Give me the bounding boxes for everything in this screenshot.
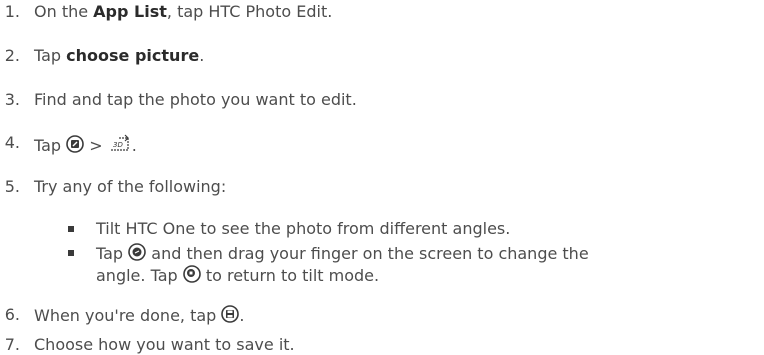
- bullet-text-part: and then drag your finger on the screen …: [146, 244, 589, 263]
- step-text-part: .: [131, 136, 137, 155]
- step-text: Tap choose picture.: [34, 46, 204, 66]
- bullet-item-1: Tilt HTC One to see the photo from diffe…: [96, 219, 511, 238]
- svg-text:3D: 3D: [113, 141, 123, 149]
- step-text: Find and tap the photo you want to edit.: [34, 90, 357, 109]
- step-text: Choose how you want to save it.: [34, 335, 295, 354]
- bullet-text-part: Tap: [96, 244, 129, 263]
- step-text-part: .: [199, 46, 205, 65]
- app-list-label: App List: [93, 2, 167, 21]
- bullet-item-2-line2: angle. Tap to return to tilt mode.: [96, 265, 379, 288]
- step-number: 2.: [4, 46, 20, 65]
- tilt-mode-icon: [182, 265, 201, 288]
- choose-picture-label: choose picture: [66, 46, 200, 65]
- step-text: When you're done, tap .: [34, 305, 245, 328]
- 3d-effect-icon: 3D: [108, 133, 132, 158]
- bullet-item-2: Tap and then drag your finger on the scr…: [96, 243, 589, 266]
- bullet-text-part: angle. Tap: [96, 266, 183, 285]
- step-number: 3.: [4, 90, 20, 109]
- step-number: 6.: [4, 305, 20, 324]
- step-number: 4.: [4, 133, 20, 152]
- step-text-part: .: [239, 306, 245, 325]
- edit-icon: [66, 135, 84, 158]
- step-number: 5.: [4, 177, 20, 196]
- step-text-part: On the: [34, 2, 94, 21]
- step-text-part: >: [84, 136, 108, 155]
- drag-mode-icon: [128, 243, 146, 266]
- step-number: 1.: [4, 2, 20, 21]
- bullet-marker: [68, 226, 74, 232]
- step-text: On the App List, tap HTC Photo Edit.: [34, 2, 332, 22]
- step-number: 7.: [4, 335, 20, 354]
- bullet-marker: [68, 250, 74, 256]
- step-text: Try any of the following:: [34, 177, 227, 196]
- save-icon: [221, 305, 240, 328]
- step-text-part: When you're done, tap: [34, 306, 222, 325]
- step-text-part: Tap: [34, 46, 67, 65]
- step-text: Tap > 3D.: [34, 133, 137, 158]
- step-text-part: , tap HTC Photo Edit.: [166, 2, 333, 21]
- bullet-text-part: to return to tilt mode.: [200, 266, 380, 285]
- step-text-part: Tap: [34, 136, 67, 155]
